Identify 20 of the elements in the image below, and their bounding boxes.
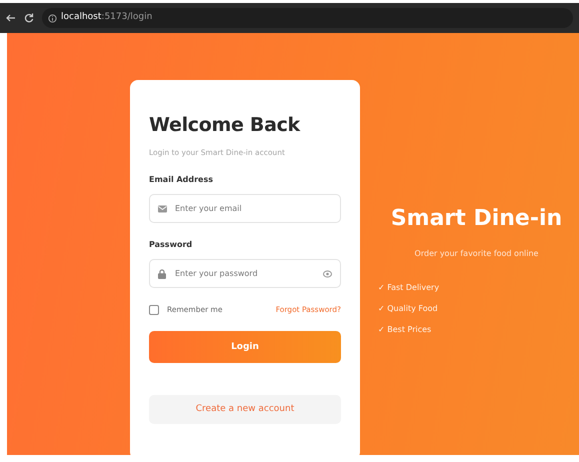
feature-item: ✓ Fast Delivery <box>378 282 440 294</box>
email-field[interactable]: Enter your email <box>149 194 341 224</box>
brand-tagline: Order your favorite food online <box>414 248 540 260</box>
remember-checkbox[interactable] <box>149 304 159 315</box>
login-title: Welcome Back <box>149 114 302 137</box>
url-text: localhost:5173/login <box>61 11 152 24</box>
eye-icon[interactable] <box>323 270 332 278</box>
password-field[interactable]: Enter your password <box>149 259 341 288</box>
create-account-button[interactable]: Create a new account <box>149 395 341 424</box>
feature-item: ✓ Best Prices <box>378 324 432 336</box>
address-bar[interactable]: localhost:5173/login <box>42 8 573 28</box>
email-label: Email Address <box>149 174 214 186</box>
login-button[interactable]: Login <box>149 331 341 364</box>
info-icon[interactable] <box>48 14 57 22</box>
reload-icon[interactable] <box>24 13 34 23</box>
feature-item: ✓ Quality Food <box>378 303 439 316</box>
lock-icon <box>158 268 166 279</box>
back-icon[interactable] <box>6 13 16 23</box>
password-label: Password <box>149 239 194 252</box>
brand-title: Smart Dine-in <box>390 206 564 232</box>
